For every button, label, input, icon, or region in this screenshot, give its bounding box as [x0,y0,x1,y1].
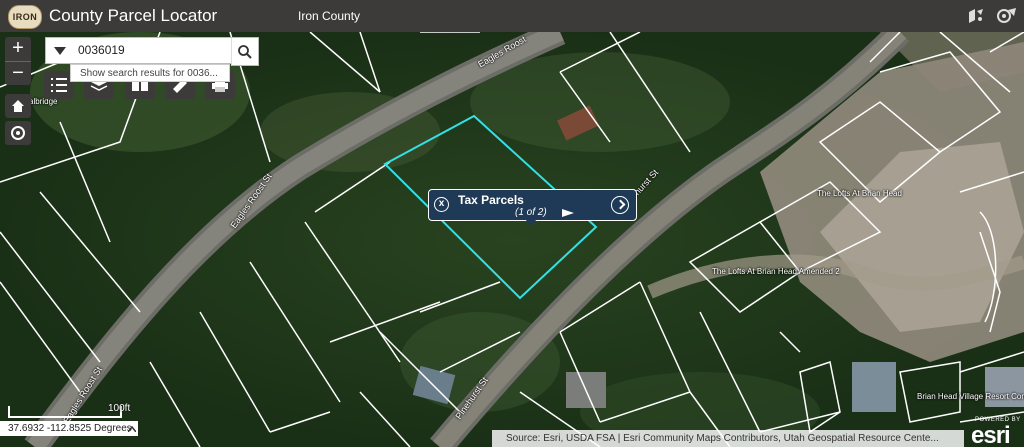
zoom-out-button[interactable]: − [5,62,31,86]
chevron-up-icon [128,426,136,432]
popup-count: (1 of 2) [515,207,547,218]
tax-parcels-popup: x Tax Parcels (1 of 2) [428,189,637,226]
locate-icon [11,126,25,140]
zoom-control: + − [5,37,31,85]
home-button[interactable] [5,94,31,118]
home-icon [12,100,24,112]
search-input[interactable] [78,41,218,59]
app-root: IRON County Parcel Locator Iron County E… [0,0,1024,447]
zoom-in-button[interactable]: + [5,37,31,62]
popup-pointer [525,219,537,226]
search-suggestion[interactable]: Show search results for 0036... [70,64,230,82]
app-title: County Parcel Locator [49,6,218,25]
county-logo: IRON [8,5,42,29]
search-icon [238,44,252,59]
subdivision-label-village-resort: Brian Head Village Resort Con [917,392,1024,401]
app-subtitle: Iron County [298,9,361,23]
list-icon [51,78,67,92]
popup-title: Tax Parcels [458,193,524,207]
scale-bar [8,406,122,418]
scale-label: 100ft [108,403,131,414]
search-source-dropdown[interactable] [46,38,74,63]
about-icon[interactable] [996,6,1016,26]
close-popup-button[interactable]: x [434,197,449,212]
esri-logo: POWERED BY esri [966,414,1024,447]
app-header: IRON County Parcel Locator Iron County [0,0,1024,32]
search-box [45,37,258,64]
share-icon[interactable] [966,6,986,26]
play-icon[interactable] [562,209,574,217]
coordinate-readout[interactable]: 37.6932 -112.8525 Degrees [0,421,138,436]
coordinate-text: 37.6932 -112.8525 Degrees [8,423,132,434]
subdivision-label-lofts: The Lofts At Brian Head [817,189,902,198]
map-attribution[interactable]: Source: Esri, USDA FSA | Esri Community … [492,430,964,447]
subdivision-label-lofts-amended: The Lofts At Brian Head Amended 2 [712,267,840,276]
caret-down-icon [54,46,66,55]
next-feature-button[interactable] [611,196,629,214]
esri-wordmark: esri [971,422,1011,447]
locate-button[interactable] [5,121,31,145]
search-button[interactable] [231,37,259,66]
